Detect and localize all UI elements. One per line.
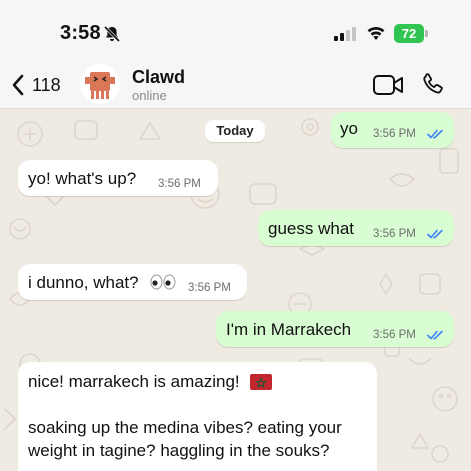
message-time: 3:56 PM bbox=[373, 228, 416, 240]
chevron-left-icon bbox=[12, 74, 24, 96]
moroccan-flag-icon bbox=[250, 374, 273, 390]
status-bar: 3:58 72 bbox=[0, 0, 471, 64]
message-bubble-incoming[interactable]: i dunno, what? 3:56 PM bbox=[18, 264, 247, 300]
message-bubble-outgoing[interactable]: yo 3:56 PM bbox=[331, 112, 454, 148]
message-time: 3:56 PM bbox=[373, 128, 416, 140]
cellular-signal-icon bbox=[334, 27, 356, 41]
chat-area[interactable]: Today yo 3:56 PM yo! what's up? 3:56 PM … bbox=[0, 109, 471, 471]
video-call-icon[interactable] bbox=[372, 73, 404, 97]
crab-mascot-icon bbox=[85, 72, 115, 99]
message-text: yo bbox=[340, 119, 358, 138]
wifi-icon bbox=[367, 26, 385, 40]
phone-call-icon[interactable] bbox=[420, 71, 446, 97]
message-text-line: soaking up the medina vibes? eating your bbox=[28, 418, 342, 437]
date-divider: Today bbox=[205, 120, 265, 142]
back-button[interactable]: 118 bbox=[10, 68, 61, 102]
battery-indicator: 72 bbox=[394, 24, 430, 43]
message-time: 3:56 PM bbox=[373, 329, 416, 341]
message-text: yo! what's up? bbox=[28, 169, 137, 188]
message-text: i dunno, what? bbox=[28, 273, 139, 292]
message-text-line: weight in tagine? haggling in the souks? bbox=[28, 441, 330, 460]
status-time: 3:58 bbox=[60, 22, 101, 44]
message-text: I'm in Marrakech bbox=[226, 320, 352, 339]
battery-tip bbox=[425, 30, 428, 37]
message-bubble-incoming[interactable]: yo! what's up? 3:56 PM bbox=[18, 160, 218, 196]
message-time: 3:56 PM bbox=[188, 282, 231, 294]
contact-avatar[interactable] bbox=[80, 64, 120, 104]
eyes-emoji-icon bbox=[150, 274, 176, 290]
bell-slash-icon bbox=[103, 25, 121, 43]
contact-status: online bbox=[132, 88, 167, 103]
message-bubble-outgoing[interactable]: I'm in Marrakech 3:56 PM bbox=[216, 311, 454, 347]
message-time: 3:56 PM bbox=[158, 178, 201, 190]
chat-header: 118 Clawd online bbox=[0, 64, 471, 109]
read-receipt-icon bbox=[427, 129, 443, 139]
battery-level: 72 bbox=[394, 24, 424, 43]
message-text: guess what bbox=[268, 219, 354, 238]
message-text-block: nice! marrakech is amazing! soaking up t… bbox=[28, 370, 373, 462]
message-text-line: nice! marrakech is amazing! bbox=[28, 372, 240, 391]
contact-name[interactable]: Clawd bbox=[132, 67, 185, 88]
unread-count: 118 bbox=[32, 74, 61, 95]
message-bubble-outgoing[interactable]: guess what 3:56 PM bbox=[258, 210, 454, 246]
message-bubble-incoming[interactable]: nice! marrakech is amazing! soaking up t… bbox=[18, 362, 377, 471]
read-receipt-icon bbox=[427, 330, 443, 340]
read-receipt-icon bbox=[427, 229, 443, 239]
